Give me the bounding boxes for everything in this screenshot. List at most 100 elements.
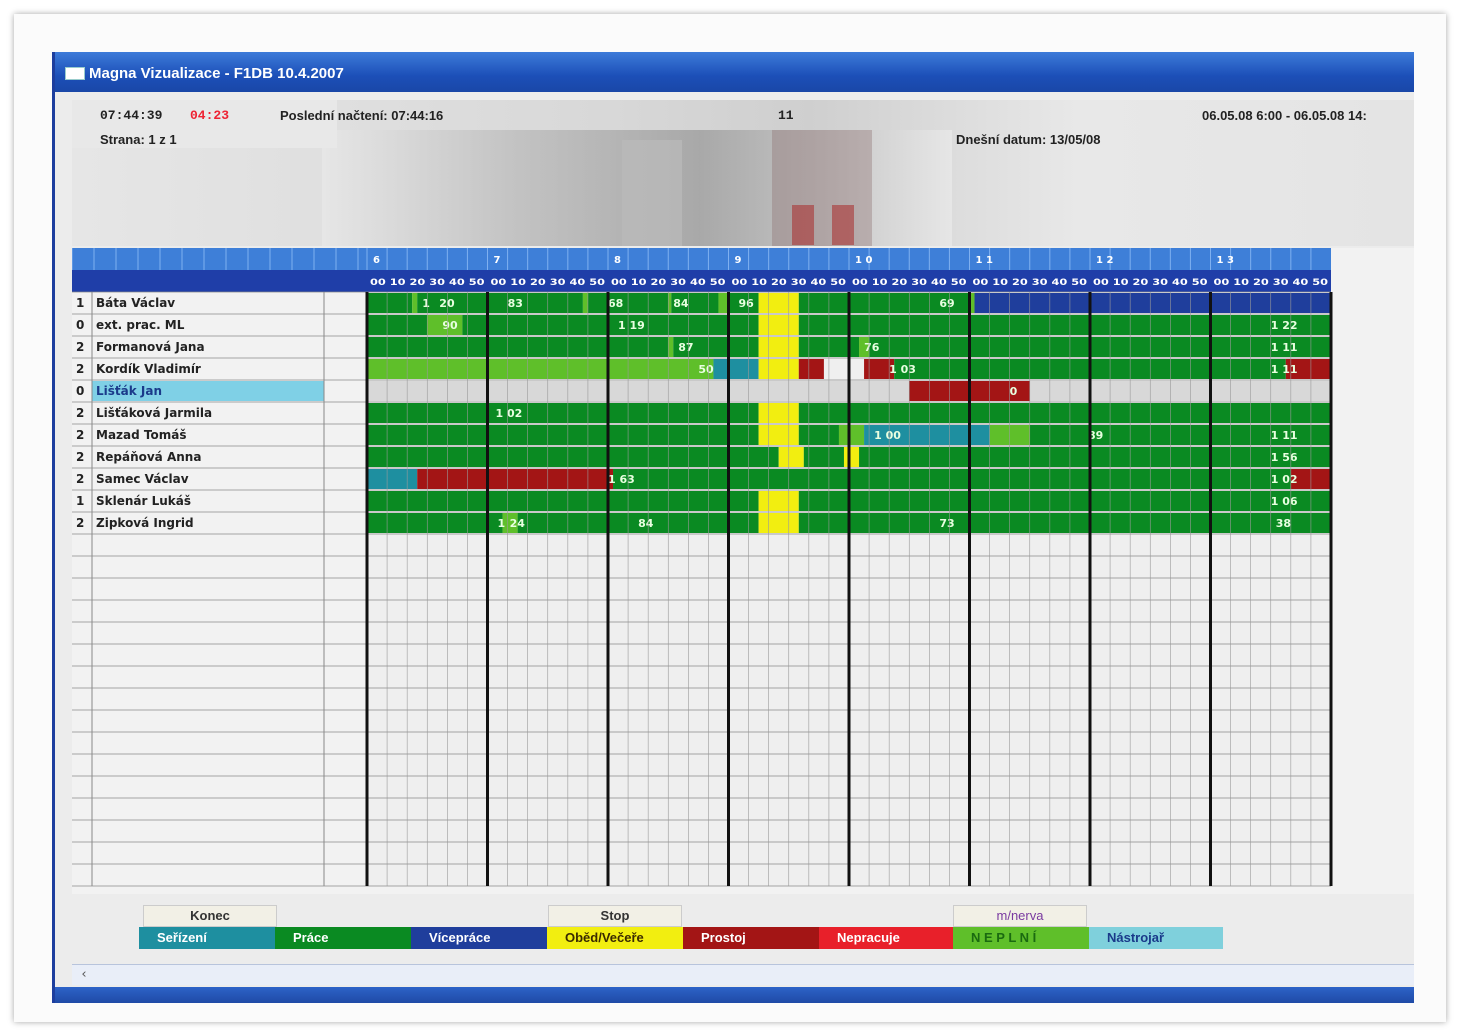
hour-label: 1 1 bbox=[976, 255, 993, 266]
minute-ticks-label: 00 10 20 30 40 50 bbox=[611, 278, 726, 288]
gantt-bar-viceprace bbox=[974, 293, 1331, 313]
bar-value-label: 87 bbox=[678, 341, 693, 354]
gantt-bar-empty bbox=[1029, 381, 1331, 401]
title-bar: Magna Vizualizace - F1DB 10.4.2007 bbox=[55, 52, 1414, 92]
gantt-bar-obed bbox=[758, 293, 799, 313]
employee-name: Samec Václav bbox=[96, 472, 189, 486]
bar-value-label: 24 bbox=[510, 517, 526, 530]
center-value: 11 bbox=[778, 108, 794, 123]
bar-value-label: 1 03 bbox=[889, 363, 916, 376]
employee-name: Repáňová Anna bbox=[96, 450, 201, 464]
gantt-bar-obed bbox=[758, 315, 799, 335]
bar-value-label: 83 bbox=[508, 297, 523, 310]
minerva-button[interactable]: m/nerva bbox=[953, 905, 1087, 927]
bar-value-label: 1 11 bbox=[1271, 363, 1298, 376]
hour-label: 6 bbox=[373, 255, 380, 266]
gantt-bar-prace bbox=[613, 469, 1291, 489]
employee-name: Lišťáková Jarmila bbox=[96, 406, 212, 420]
gantt-bar-prace bbox=[367, 315, 428, 335]
gantt-bar-obed bbox=[758, 425, 799, 445]
hour-label: 9 bbox=[735, 255, 742, 266]
employee-number: 2 bbox=[76, 516, 84, 530]
app-icon bbox=[65, 67, 85, 80]
legend-neplni: N E P L N Í bbox=[953, 927, 1089, 949]
bar-value-label: 69 bbox=[939, 297, 954, 310]
today-date: Dnešní datum: 13/05/08 bbox=[956, 132, 1101, 147]
employee-name: Lišťák Jan bbox=[96, 384, 162, 398]
gantt-bar-prace bbox=[803, 447, 844, 467]
legend-obed: Oběd/Večeře bbox=[547, 927, 683, 949]
employee-number: 2 bbox=[76, 450, 84, 464]
hour-label: 7 bbox=[494, 255, 501, 266]
gantt-bar-serizeni bbox=[713, 359, 759, 379]
employee-name: Mazad Tomáš bbox=[96, 428, 186, 442]
bar-value-label: 1 00 bbox=[874, 429, 901, 442]
last-read: Poslední načtení: 07:44:16 bbox=[280, 108, 444, 123]
app-window: Magna Vizualizace - F1DB 10.4.2007 07:44… bbox=[52, 52, 1414, 1003]
konec-button[interactable]: Konec bbox=[143, 905, 277, 927]
minute-ticks-label: 00 10 20 30 40 50 bbox=[491, 278, 606, 288]
horizontal-scrollbar[interactable]: ‹ bbox=[72, 964, 1414, 985]
gantt-bar-prace bbox=[367, 337, 669, 357]
gantt-bar-prace bbox=[367, 425, 759, 445]
hour-label: 1 0 bbox=[855, 255, 872, 266]
gantt-bar-prostoj bbox=[798, 359, 824, 379]
bar-value-label: 1 bbox=[422, 297, 430, 310]
gantt-bar-obed bbox=[758, 491, 799, 511]
bar-value-label: 76 bbox=[864, 341, 880, 354]
bar-value-label: 1 02 bbox=[496, 407, 523, 420]
bar-value-label: 1 11 bbox=[1271, 429, 1298, 442]
gantt-bar-serizeni bbox=[367, 469, 418, 489]
employee-name: Formanová Jana bbox=[96, 340, 205, 354]
gantt-bar-prace bbox=[462, 315, 759, 335]
gantt-bar-prace bbox=[367, 293, 413, 313]
window-title: Magna Vizualizace - F1DB 10.4.2007 bbox=[89, 65, 344, 82]
employee-number: 0 bbox=[76, 318, 84, 332]
gantt-bar-prace bbox=[367, 403, 759, 423]
bar-value-label: 0 bbox=[1010, 385, 1018, 398]
schedule-grid: 6 00 10 20 30 40 50 7 00 10 20 30 40 50 8 00 … bbox=[71, 248, 1414, 894]
legend-serizeni: Seřízení bbox=[139, 927, 275, 949]
gantt-bar-obed bbox=[758, 403, 799, 423]
employee-name: Báta Václav bbox=[96, 296, 175, 310]
minute-ticks-label: 00 10 20 30 40 50 bbox=[973, 278, 1088, 288]
legend-viceprace: Vícepráce bbox=[411, 927, 547, 949]
gantt-bar-neplni bbox=[668, 337, 674, 357]
gantt-bar-neplni bbox=[838, 425, 865, 445]
legend-nastrojar: Nástrojař bbox=[1089, 927, 1223, 949]
scroll-left-icon[interactable]: ‹ bbox=[76, 967, 92, 983]
legend-nepracuje: Nepracuje bbox=[819, 927, 955, 949]
hour-header-bar bbox=[72, 248, 1331, 270]
employee-name: ext. prac. ML bbox=[96, 318, 185, 332]
gantt-bar-prostoj bbox=[417, 469, 614, 489]
gantt-chart: 6 00 10 20 30 40 50 7 00 10 20 30 40 50 8 00 … bbox=[71, 248, 1333, 887]
gantt-bar-obed bbox=[758, 513, 799, 533]
employee-name: Kordík Vladimír bbox=[96, 362, 201, 376]
gantt-bar-empty bbox=[367, 381, 910, 401]
gantt-bar-neplni bbox=[367, 359, 714, 379]
employee-number: 2 bbox=[76, 340, 84, 354]
minute-ticks-label: 00 10 20 30 40 50 bbox=[852, 278, 967, 288]
hour-label: 8 bbox=[614, 255, 621, 266]
employee-number: 2 bbox=[76, 428, 84, 442]
employee-number: 1 bbox=[76, 296, 84, 310]
employee-number: 2 bbox=[76, 362, 84, 376]
stop-button[interactable]: Stop bbox=[548, 905, 682, 927]
gantt-bar-neplni bbox=[668, 293, 672, 313]
employee-number: 2 bbox=[76, 406, 84, 420]
bar-value-label: 1 22 bbox=[1271, 319, 1298, 332]
hour-label: 1 2 bbox=[1096, 255, 1113, 266]
gantt-bar-prace bbox=[367, 491, 759, 511]
bar-value-label: 84 bbox=[673, 297, 689, 310]
bar-value-label: 68 bbox=[608, 297, 623, 310]
gantt-bar-obed bbox=[758, 359, 799, 379]
gantt-bar-prace bbox=[869, 337, 1331, 357]
legend-prostoj: Prostoj bbox=[683, 927, 819, 949]
taskbar bbox=[55, 987, 1414, 1003]
shift-range: 06.05.08 6:00 - 06.05.08 14: bbox=[1202, 108, 1367, 123]
minute-ticks-label: 00 10 20 30 40 50 bbox=[732, 278, 847, 288]
employee-number: 0 bbox=[76, 384, 84, 398]
bar-value-label: 1 11 bbox=[1271, 341, 1298, 354]
bar-value-label: 1 bbox=[498, 517, 506, 530]
bar-value-label: 38 bbox=[1276, 517, 1291, 530]
